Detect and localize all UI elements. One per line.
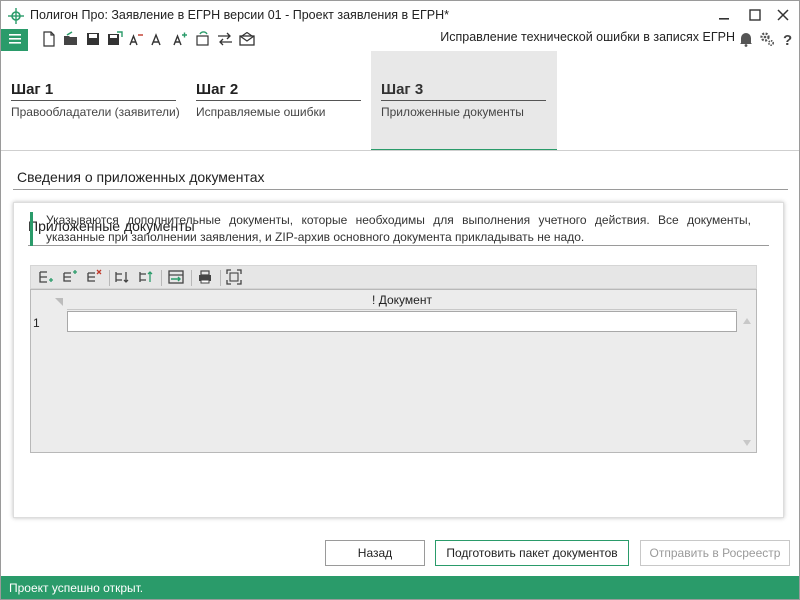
save-button[interactable] xyxy=(84,31,102,49)
maximize-icon xyxy=(749,9,761,21)
step-title: Шаг 1 xyxy=(11,81,176,101)
window-title: Полигон Про: Заявление в ЕГРН версии 01 … xyxy=(30,8,450,22)
toolbar-separator xyxy=(109,270,110,286)
font-increase-icon xyxy=(172,31,188,50)
open-button[interactable] xyxy=(62,30,80,50)
step-title: Шаг 2 xyxy=(196,81,361,101)
fullscreen-icon xyxy=(226,268,242,288)
toolbar-separator xyxy=(191,270,192,286)
section-title: Сведения о приложенных документах xyxy=(17,169,265,185)
step-1-tab[interactable]: Шаг 1 Правообладатели (заявители) xyxy=(1,51,186,151)
toolbar-separator xyxy=(220,270,221,286)
status-bar: Проект успешно открыт. xyxy=(1,576,799,599)
swap-button[interactable] xyxy=(216,31,234,49)
refresh-icon xyxy=(195,30,211,50)
font-increase-button[interactable] xyxy=(171,31,189,49)
info-note: Указываются дополнительные документы, ко… xyxy=(30,212,751,246)
main-toolbar: Исправление технической ошибки в записях… xyxy=(1,29,799,51)
mode-label: Исправление технической ошибки в записях… xyxy=(440,30,735,44)
move-up-icon xyxy=(138,269,154,288)
save-as-button[interactable] xyxy=(106,30,124,50)
close-icon xyxy=(777,9,789,21)
grid-corner[interactable] xyxy=(31,290,67,310)
move-down-button[interactable] xyxy=(113,269,131,287)
open-folder-icon xyxy=(63,30,79,50)
save-icon xyxy=(86,32,100,49)
new-file-button[interactable] xyxy=(40,30,58,50)
documents-grid: ! Документ 1 xyxy=(30,289,757,453)
font-decrease-button[interactable] xyxy=(127,31,145,49)
settings-button[interactable] xyxy=(758,31,776,49)
grid-toolbar xyxy=(30,265,757,289)
step-subtitle: Исправляемые ошибки xyxy=(196,105,326,119)
scroll-down-icon[interactable] xyxy=(742,436,752,450)
footer-buttons: Назад Подготовить пакет документов Отпра… xyxy=(1,532,799,576)
close-button[interactable] xyxy=(772,5,794,25)
document-cell[interactable] xyxy=(67,311,737,332)
import-button[interactable] xyxy=(167,269,185,287)
row-number: 1 xyxy=(33,316,40,330)
notifications-button[interactable] xyxy=(737,31,755,49)
prepare-package-button[interactable]: Подготовить пакет документов xyxy=(435,540,629,566)
delete-row-icon xyxy=(86,269,102,288)
bell-icon xyxy=(738,31,754,50)
new-file-icon xyxy=(42,30,56,50)
insert-row-button[interactable] xyxy=(61,269,79,287)
insert-row-icon xyxy=(62,269,78,288)
back-button[interactable]: Назад xyxy=(325,540,425,566)
minimize-icon xyxy=(718,9,730,21)
font-decrease-icon xyxy=(128,31,144,50)
save-as-icon xyxy=(107,30,123,50)
send-to-rosreestr-button[interactable]: Отправить в Росреестр xyxy=(640,540,790,566)
print-button[interactable] xyxy=(196,269,214,287)
add-row-button[interactable] xyxy=(37,269,55,287)
scroll-up-icon[interactable] xyxy=(742,314,752,328)
font-normal-icon xyxy=(149,31,165,50)
minimize-button[interactable] xyxy=(713,5,735,25)
move-up-button[interactable] xyxy=(137,269,155,287)
hamburger-icon xyxy=(8,33,21,47)
svg-text:?: ? xyxy=(783,32,792,47)
swap-icon xyxy=(217,32,233,49)
help-icon: ? xyxy=(782,31,794,50)
title-bar: Полигон Про: Заявление в ЕГРН версии 01 … xyxy=(1,1,799,29)
mail-icon xyxy=(239,31,255,49)
add-row-icon xyxy=(38,269,54,288)
app-window: Полигон Про: Заявление в ЕГРН версии 01 … xyxy=(0,0,800,600)
mail-button[interactable] xyxy=(238,31,256,49)
app-logo-icon xyxy=(8,8,24,24)
step-2-tab[interactable]: Шаг 2 Исправляемые ошибки xyxy=(186,51,371,151)
delete-row-button[interactable] xyxy=(85,269,103,287)
refresh-button[interactable] xyxy=(194,30,212,50)
help-button[interactable]: ? xyxy=(779,31,797,49)
hamburger-menu-button[interactable] xyxy=(1,29,28,51)
settings-icon xyxy=(759,31,775,50)
fullscreen-button[interactable] xyxy=(225,268,243,288)
step-subtitle: Правообладатели (заявители) xyxy=(11,105,180,119)
step-subtitle: Приложенные документы xyxy=(381,105,524,119)
step-title: Шаг 3 xyxy=(381,81,546,101)
steps-divider xyxy=(1,150,799,151)
toolbar-separator xyxy=(161,270,162,286)
move-down-icon xyxy=(114,269,130,288)
main-content: Сведения о приложенных документах Прилож… xyxy=(1,152,799,532)
column-header-document[interactable]: ! Документ xyxy=(67,292,737,310)
print-icon xyxy=(197,269,213,288)
import-icon xyxy=(168,269,184,288)
maximize-button[interactable] xyxy=(744,5,766,25)
step-3-tab[interactable]: Шаг 3 Приложенные документы xyxy=(371,51,557,151)
font-normal-button[interactable] xyxy=(148,31,166,49)
wizard-steps: Шаг 1 Правообладатели (заявители) Шаг 2 … xyxy=(1,51,799,151)
section-divider xyxy=(13,189,788,190)
